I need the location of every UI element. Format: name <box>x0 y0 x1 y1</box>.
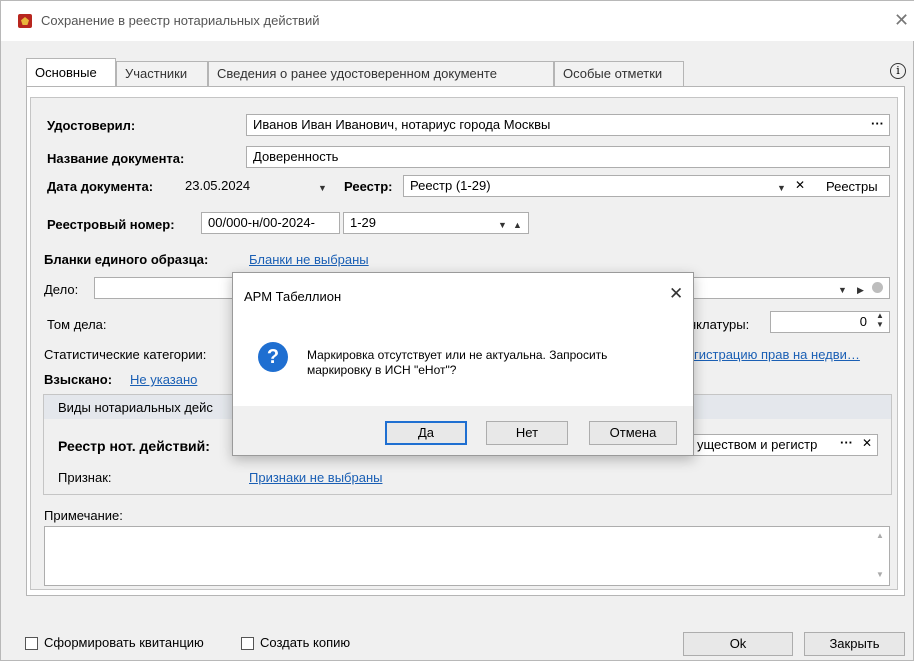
yes-button[interactable]: Да <box>385 421 467 445</box>
confirm-dialog: АРМ Табеллион ✕ ? Маркировка отсутствует… <box>232 272 694 456</box>
no-button[interactable]: Нет <box>486 421 568 445</box>
blanks-link[interactable]: Бланки не выбраны <box>249 252 369 267</box>
docname-field[interactable]: Доверенность <box>246 146 890 168</box>
receipt-checkbox[interactable] <box>25 637 38 650</box>
docdate-label: Дата документа: <box>47 179 154 194</box>
certified-label: Удостоверил: <box>47 118 136 133</box>
note-scroll-down-icon[interactable]: ▼ <box>876 570 884 579</box>
sign-link[interactable]: Признаки не выбраны <box>249 470 382 485</box>
volume-label: Том дела: <box>47 317 107 332</box>
receipt-label: Сформировать квитанцию <box>44 635 204 650</box>
app-logo-icon <box>18 14 32 28</box>
copy-label: Создать копию <box>260 635 351 650</box>
dialog-close-button[interactable]: ✕ <box>669 284 683 304</box>
registry-value: Реестр (1-29) <box>410 178 491 193</box>
docdate-dropdown-icon[interactable]: ▼ <box>318 183 327 193</box>
registry-actions-value: уществом и регистр <box>697 437 818 452</box>
registry-label: Реестр: <box>344 179 393 194</box>
registry-actions-label: Реестр нот. действий: <box>58 438 210 454</box>
case-clear-icon[interactable] <box>872 282 883 293</box>
stat-link[interactable]: гистрацию прав на недви… <box>694 347 860 362</box>
docdate-value: 23.05.2024 <box>185 178 251 193</box>
charged-link[interactable]: Не указано <box>130 372 197 387</box>
docname-value: Доверенность <box>253 149 339 164</box>
copy-checkbox[interactable] <box>241 637 254 650</box>
window-close-button[interactable]: ✕ <box>894 10 909 31</box>
regnum-value: 1-29 <box>350 215 377 230</box>
ok-button[interactable]: Ok <box>683 632 793 656</box>
registry-actions-clear-icon[interactable]: ✕ <box>862 436 872 450</box>
cancel-button[interactable]: Отмена <box>589 421 677 445</box>
case-dropdown-icon[interactable]: ▼ <box>838 285 847 295</box>
dialog-title: АРМ Табеллион <box>244 289 342 304</box>
dialog-message-line1: Маркировка отсутствует или не актуальна.… <box>307 348 608 362</box>
window-title: Сохранение в реестр нотариальных действи… <box>41 13 320 28</box>
sign-label: Признак: <box>58 470 112 485</box>
blanks-label: Бланки единого образца: <box>44 252 209 267</box>
certified-value: Иванов Иван Иванович, нотариус города Мо… <box>253 117 551 132</box>
note-textarea[interactable] <box>44 526 890 586</box>
tab-previous-document[interactable]: Сведения о ранее удостоверенном документ… <box>208 61 554 86</box>
registry-actions-ellipsis-button[interactable]: ··· <box>840 435 853 450</box>
close-button[interactable]: Закрыть <box>804 632 905 656</box>
regnum-dropdown-icon[interactable]: ▼ <box>498 220 507 230</box>
registry-clear-icon[interactable]: ✕ <box>795 178 805 192</box>
registry-dropdown-icon[interactable]: ▼ <box>777 183 786 193</box>
docdate-field[interactable]: 23.05.2024 <box>178 175 335 197</box>
certified-ellipsis-button[interactable]: ··· <box>871 116 884 131</box>
nomenclature-label: нклатуры: <box>689 317 750 332</box>
registries-button[interactable]: Реестры <box>826 179 878 194</box>
question-icon: ? <box>258 342 288 372</box>
tab-special-marks[interactable]: Особые отметки <box>554 61 684 86</box>
case-next-icon[interactable]: ▶ <box>857 285 864 296</box>
dialog-message-line2: маркировку в ИСН "еНот"? <box>307 363 457 377</box>
nomenclature-value: 0 <box>859 314 867 329</box>
certified-field[interactable]: Иванов Иван Иванович, нотариус города Мо… <box>246 114 890 136</box>
regnum-up-icon[interactable]: ▲ <box>513 220 522 230</box>
nomenclature-spinner-icon[interactable]: ▲ ▼ <box>876 311 884 329</box>
docname-label: Название документа: <box>47 151 185 166</box>
title-bar: Сохранение в реестр нотариальных действи… <box>1 1 914 41</box>
regnum-prefix: 00/000-н/00-2024- <box>208 215 315 230</box>
info-icon[interactable]: i <box>890 63 906 79</box>
tab-main[interactable]: Основные <box>26 58 116 87</box>
regnum-prefix-field[interactable]: 00/000-н/00-2024- <box>201 212 340 234</box>
tab-participants[interactable]: Участники <box>116 61 208 86</box>
nomenclature-field[interactable]: 0 <box>770 311 890 333</box>
note-scroll-up-icon[interactable]: ▲ <box>876 531 884 540</box>
case-label: Дело: <box>44 282 79 297</box>
registry-field[interactable]: Реестр (1-29) <box>403 175 890 197</box>
stat-label: Статистические категории: <box>44 347 207 362</box>
regnum-label: Реестровый номер: <box>47 217 175 232</box>
note-label: Примечание: <box>44 508 123 523</box>
group-header-label: Виды нотариальных дейс <box>58 400 213 415</box>
charged-label: Взыскано: <box>44 372 113 387</box>
